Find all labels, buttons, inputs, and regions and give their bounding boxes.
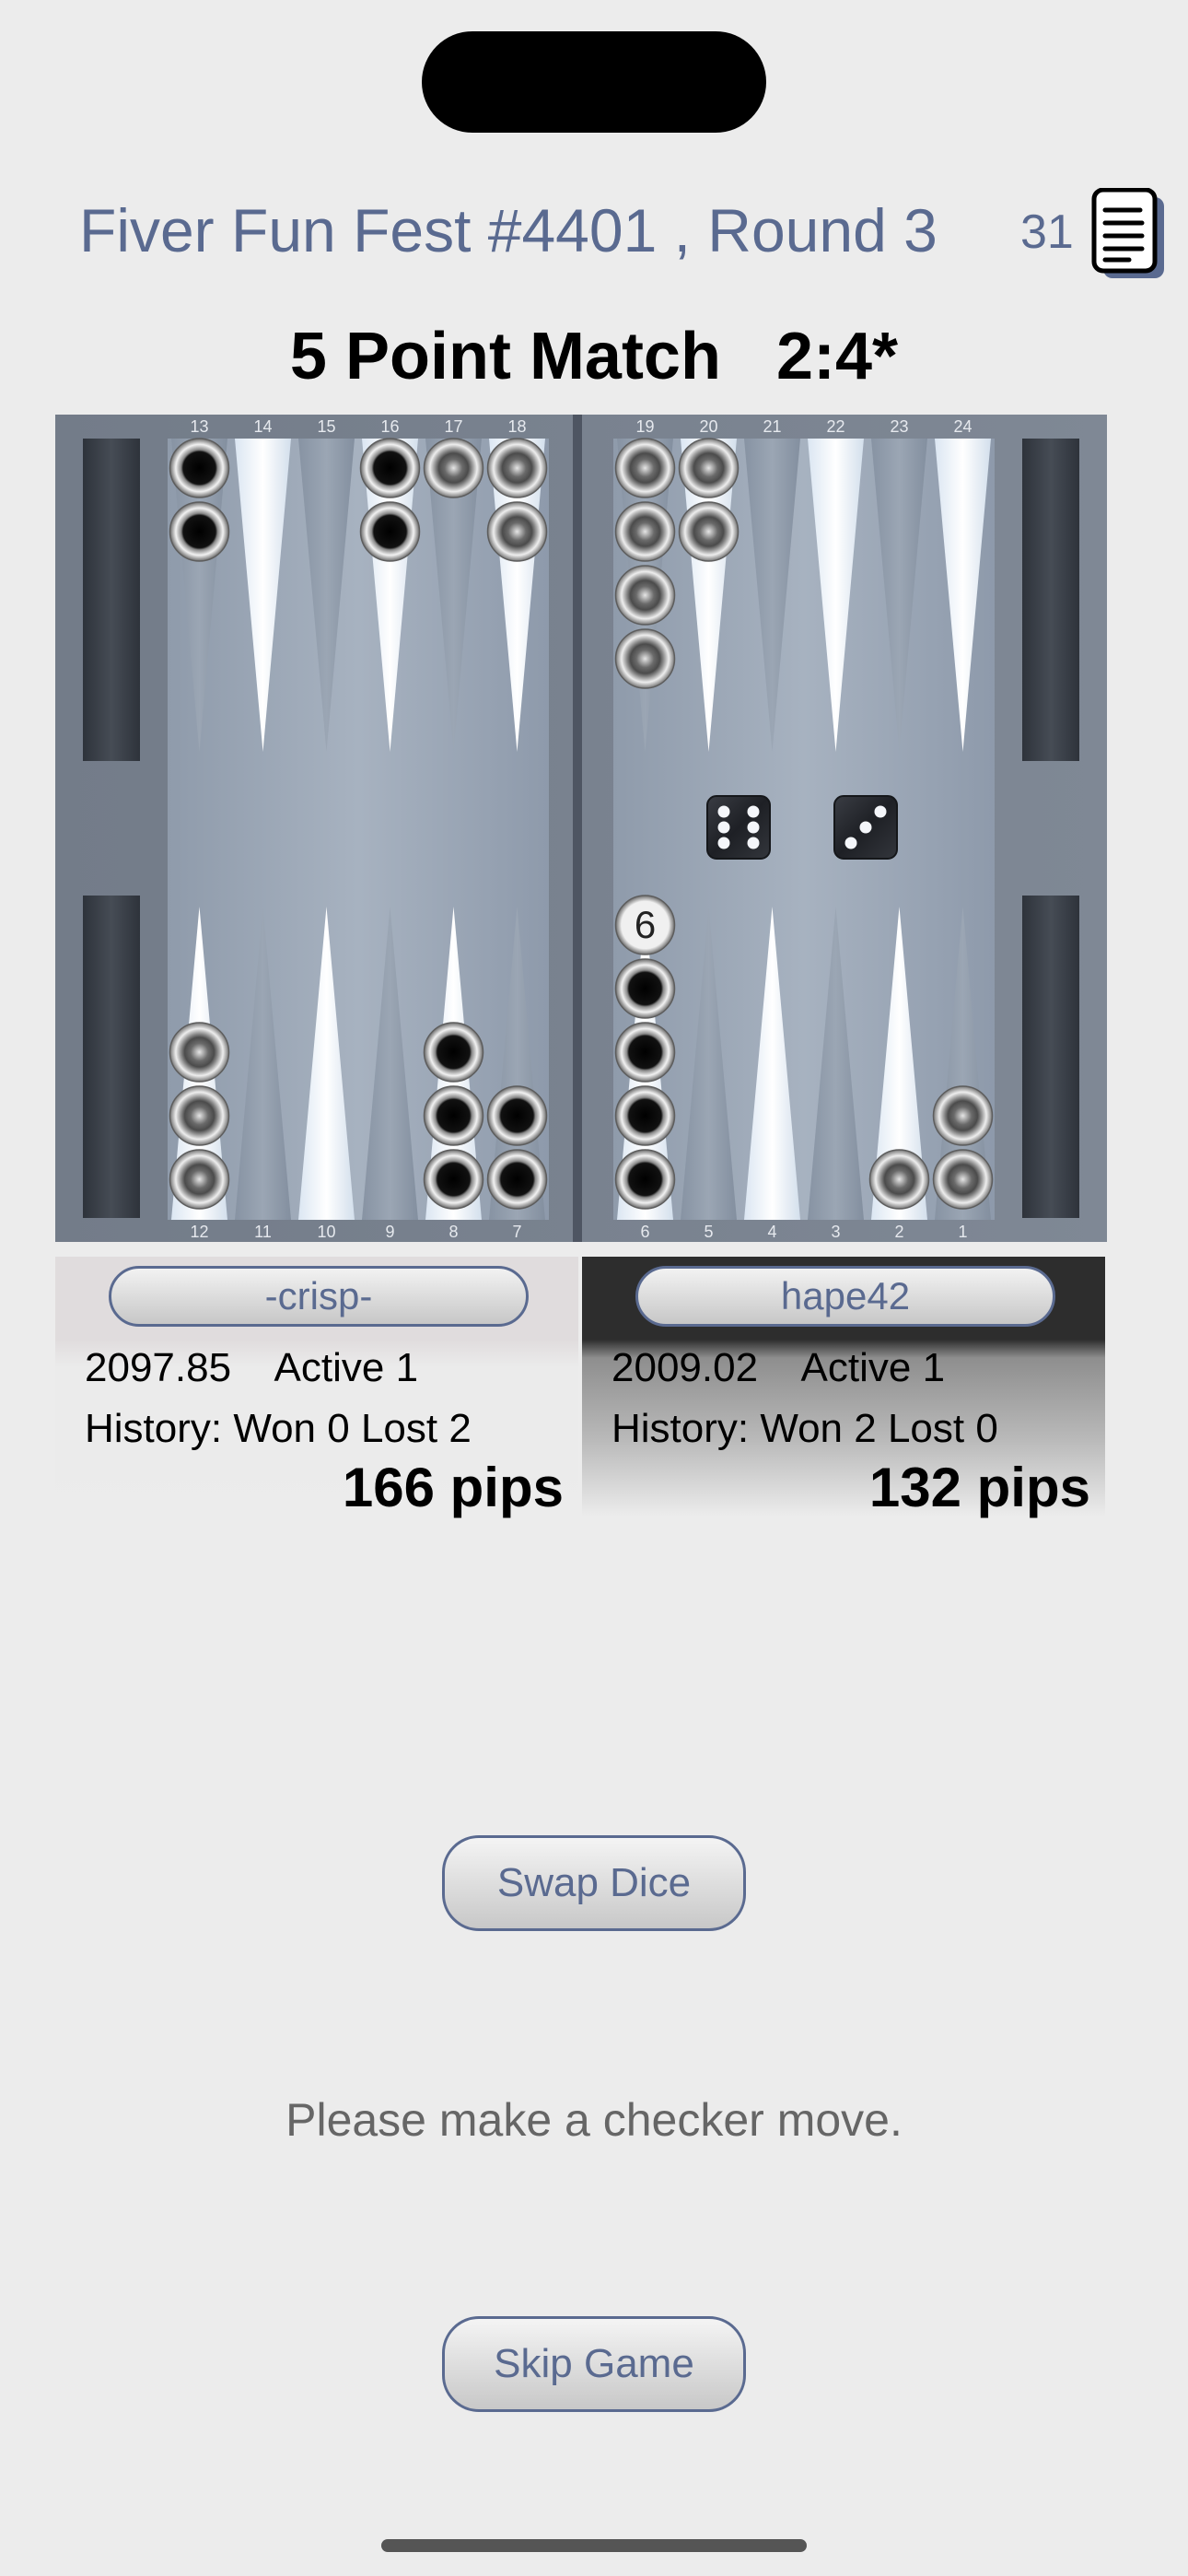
point-label: 1 xyxy=(958,1223,967,1241)
dynamic-island xyxy=(422,31,766,133)
die-pip xyxy=(747,837,760,849)
silver-checker[interactable] xyxy=(614,565,676,626)
die-pip xyxy=(747,805,760,818)
black-checker[interactable] xyxy=(614,958,676,1019)
player-name-left[interactable]: -crisp- xyxy=(109,1266,529,1327)
player-history-right: History: Won 2 Lost 0 xyxy=(611,1406,998,1451)
message-count[interactable]: 31 xyxy=(1020,205,1074,260)
point-label: 19 xyxy=(635,417,654,436)
point-label: 4 xyxy=(767,1223,776,1241)
document-icon[interactable] xyxy=(1089,188,1168,280)
silver-checker[interactable] xyxy=(486,501,548,562)
silver-checker[interactable] xyxy=(614,628,676,689)
point-label: 6 xyxy=(640,1223,649,1241)
swap-dice-button[interactable]: Swap Dice xyxy=(442,1835,746,1931)
black-checker[interactable] xyxy=(486,1149,548,1210)
point-label: 22 xyxy=(826,417,844,436)
point-label: 11 xyxy=(254,1223,272,1241)
silver-checker[interactable] xyxy=(169,1085,230,1146)
black-checker[interactable] xyxy=(486,1085,548,1146)
silver-checker[interactable] xyxy=(932,1085,994,1146)
silver-checker[interactable] xyxy=(423,438,484,498)
point-label: 21 xyxy=(763,417,781,436)
player-panel-left: -crisp- 2097.85 Active 1 History: Won 0 … xyxy=(55,1257,578,1518)
point-label: 7 xyxy=(512,1223,521,1241)
silver-checker[interactable] xyxy=(614,501,676,562)
silver-checker[interactable] xyxy=(169,1149,230,1210)
silver-checker[interactable] xyxy=(169,1022,230,1083)
black-checker[interactable] xyxy=(359,501,421,562)
black-checker[interactable] xyxy=(423,1022,484,1083)
point-label: 23 xyxy=(890,417,908,436)
status-message: Please make a checker move. xyxy=(285,2094,903,2146)
black-checker[interactable] xyxy=(359,438,421,498)
point-label: 9 xyxy=(385,1223,394,1241)
point-label: 12 xyxy=(190,1223,208,1241)
silver-checker[interactable] xyxy=(932,1149,994,1210)
point-label: 18 xyxy=(507,417,526,436)
match-score: 5 Point Match 2:4* xyxy=(289,320,899,393)
die-pip xyxy=(717,805,730,818)
black-checker[interactable] xyxy=(169,438,230,498)
silver-checker[interactable] xyxy=(614,438,676,498)
point-label: 10 xyxy=(317,1223,335,1241)
die-2[interactable] xyxy=(833,795,898,860)
point-label: 16 xyxy=(380,417,399,436)
stack-count-label: 6 xyxy=(635,903,656,946)
black-checker[interactable] xyxy=(423,1085,484,1146)
point-label: 24 xyxy=(953,417,972,436)
die-pip xyxy=(717,821,730,834)
point-label: 14 xyxy=(253,417,272,436)
die-pip xyxy=(747,821,760,834)
black-checker[interactable] xyxy=(614,1022,676,1083)
tournament-title[interactable]: Fiver Fun Fest #4401 , Round 3 xyxy=(79,195,938,265)
home-indicator xyxy=(381,2539,807,2552)
die-pip xyxy=(844,837,857,849)
die-pip xyxy=(874,805,887,818)
player-rating-right: 2009.02 Active 1 xyxy=(611,1345,946,1390)
point-label: 5 xyxy=(704,1223,713,1241)
point-label: 13 xyxy=(190,417,208,436)
player-name-right[interactable]: hape42 xyxy=(635,1266,1055,1327)
point-label: 20 xyxy=(699,417,717,436)
player-pips-right: 132 pips xyxy=(868,1457,1090,1518)
point-label: 17 xyxy=(444,417,462,436)
point-label: 15 xyxy=(317,417,335,436)
backgammon-board[interactable]: 13 14 15 16 17 18 19 20 21 22 23 2412 11 10 9 8 7 6 5 4 3 2 1 … xyxy=(55,415,1107,1242)
skip-game-button[interactable]: Skip Game xyxy=(442,2316,746,2412)
black-checker[interactable] xyxy=(169,501,230,562)
player-rating-left: 2097.85 Active 1 xyxy=(85,1345,419,1390)
die-pip xyxy=(859,821,872,834)
silver-checker[interactable] xyxy=(678,438,740,498)
point-label: 8 xyxy=(448,1223,458,1241)
black-checker[interactable] xyxy=(423,1149,484,1210)
point-label: 2 xyxy=(894,1223,903,1241)
player-pips-left: 166 pips xyxy=(342,1457,564,1518)
silver-checker[interactable] xyxy=(868,1149,930,1210)
point-label: 3 xyxy=(831,1223,840,1241)
silver-checker[interactable] xyxy=(678,501,740,562)
black-checker[interactable] xyxy=(614,1149,676,1210)
black-checker[interactable] xyxy=(614,1085,676,1146)
player-history-left: History: Won 0 Lost 2 xyxy=(85,1406,472,1451)
die-1[interactable] xyxy=(706,795,771,860)
silver-checker[interactable] xyxy=(486,438,548,498)
die-pip xyxy=(717,837,730,849)
player-panel-right: hape42 2009.02 Active 1 History: Won 2 L… xyxy=(582,1257,1105,1518)
